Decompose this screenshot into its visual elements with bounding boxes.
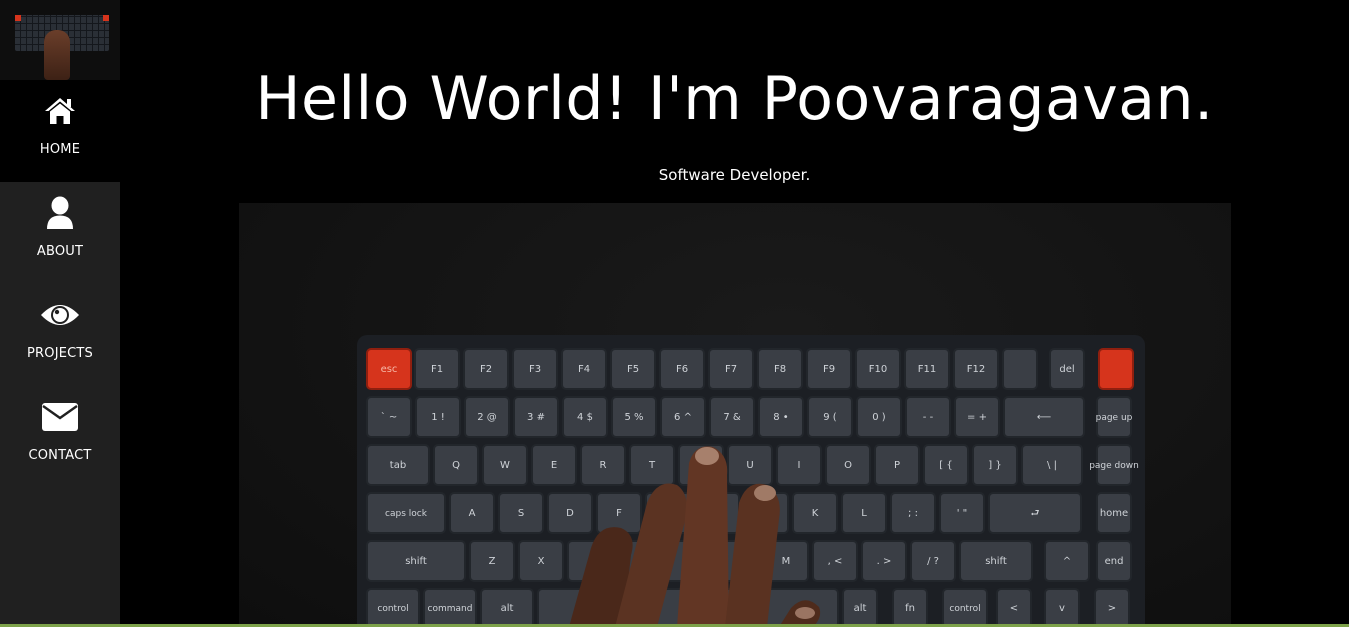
key-label: X xyxy=(538,556,545,567)
logo-power-key xyxy=(103,15,109,21)
key-label: = + xyxy=(967,412,987,423)
key-label: 4 $ xyxy=(577,412,593,423)
home-icon xyxy=(43,94,77,128)
key-label: alt xyxy=(854,603,867,614)
key-label: U xyxy=(746,460,753,471)
key-label: 1 ! xyxy=(431,412,445,423)
key-label: 7 & xyxy=(723,412,741,423)
key-label: shift xyxy=(985,556,1007,567)
key-label: F7 xyxy=(725,364,737,375)
key-15 xyxy=(1098,348,1134,390)
key-label: esc xyxy=(381,364,398,375)
key-label: O xyxy=(844,460,852,471)
key-label: F12 xyxy=(967,364,985,375)
main-content: Hello World! I'm Poovaragavan. Software … xyxy=(120,0,1349,627)
nav-item-contact[interactable]: CONTACT xyxy=(0,386,120,488)
nav-label-projects: PROJECTS xyxy=(26,346,94,361)
key-label: control xyxy=(949,604,980,614)
nav-label-contact: CONTACT xyxy=(28,448,92,463)
key-label: 5 % xyxy=(624,412,643,423)
logo-image[interactable] xyxy=(0,0,120,80)
key-label: F10 xyxy=(869,364,887,375)
key-label: E xyxy=(551,460,557,471)
eye-icon xyxy=(40,298,80,332)
key-label: fn xyxy=(905,603,915,614)
key-label: 8 • xyxy=(773,412,788,423)
key-label: end xyxy=(1105,556,1124,567)
key-label: F4 xyxy=(578,364,590,375)
envelope-icon xyxy=(41,400,79,434)
key-label: del xyxy=(1059,364,1074,375)
key-label: alt xyxy=(501,603,514,614)
key-label: > xyxy=(1108,603,1116,614)
hero-title: Hello World! I'm Poovaragavan. xyxy=(255,64,1214,134)
key-label: / ? xyxy=(927,556,939,567)
key-label: S xyxy=(518,508,524,519)
key-13 xyxy=(1002,348,1038,390)
key-label: ⮐ xyxy=(1031,508,1040,519)
logo-esc-key xyxy=(15,15,21,21)
key-label: 6 ^ xyxy=(674,412,692,423)
key-label: T xyxy=(648,460,656,471)
key-label: - - xyxy=(923,412,934,423)
key-label: 3 # xyxy=(527,412,545,423)
key-label: ; : xyxy=(908,508,918,519)
key-label: page down xyxy=(1089,461,1139,471)
key-label: F11 xyxy=(918,364,936,375)
key-label: Q xyxy=(452,460,460,471)
key-label: . > xyxy=(877,556,892,567)
nav-label-about: ABOUT xyxy=(36,244,84,259)
key-label: 0 ) xyxy=(872,412,886,423)
key-label: v xyxy=(1059,603,1065,614)
nav-label-home: HOME xyxy=(39,142,81,157)
key-label: control xyxy=(377,604,408,614)
logo-hand xyxy=(44,30,70,80)
key-label: P xyxy=(894,460,900,471)
key-label: I xyxy=(798,460,801,471)
key-label: home xyxy=(1100,508,1128,519)
key-label: \ | xyxy=(1047,460,1057,471)
key-label: F5 xyxy=(627,364,639,375)
key-label: caps lock xyxy=(385,509,428,519)
key-label: F xyxy=(616,508,622,519)
key-label: ] } xyxy=(988,460,1001,471)
hero-subtitle: Software Developer. xyxy=(658,166,811,184)
key-label: F2 xyxy=(480,364,492,375)
key-label: F1 xyxy=(431,364,443,375)
hero-keyboard-photo: esc F1 F2 F3 F4 F5 F6 F7 F8 F9 F10 F11 F12 del ` ~ 1 ! 2… xyxy=(239,203,1231,627)
user-icon xyxy=(45,196,75,230)
key-label: ` ~ xyxy=(381,411,398,423)
key-label: F8 xyxy=(774,364,786,375)
keyboard-illustration: esc F1 F2 F3 F4 F5 F6 F7 F8 F9 F10 F11 F12 del ` ~ 1 ! 2… xyxy=(357,335,1145,627)
key-label: command xyxy=(428,604,473,614)
key-label: ^ xyxy=(1063,556,1071,567)
key-label: Z xyxy=(489,556,496,567)
key-label: D xyxy=(566,508,574,519)
key-label: R xyxy=(600,460,607,471)
key-label: F6 xyxy=(676,364,688,375)
key-label: 2 @ xyxy=(477,412,497,423)
key-label: shift xyxy=(405,556,427,567)
key-label: W xyxy=(500,460,510,471)
nav-item-home[interactable]: HOME xyxy=(0,80,120,182)
key-label: F9 xyxy=(823,364,835,375)
key-label: 9 ( xyxy=(823,412,837,423)
key-label: [ { xyxy=(939,460,952,471)
key-label: K xyxy=(812,508,819,519)
key-label: page up xyxy=(1096,413,1133,423)
key-label: M xyxy=(782,556,791,567)
key-label: < xyxy=(1010,603,1018,614)
key-label: ' " xyxy=(957,508,968,519)
sidebar: HOME ABOUT PROJECTS CONTACT xyxy=(0,0,120,627)
key-label: , < xyxy=(828,556,843,567)
key-label: F3 xyxy=(529,364,541,375)
nav-item-about[interactable]: ABOUT xyxy=(0,182,120,284)
key-label: A xyxy=(469,508,476,519)
nav-item-projects[interactable]: PROJECTS xyxy=(0,284,120,386)
key-label: ⟵ xyxy=(1037,412,1051,423)
key-label: L xyxy=(861,508,867,519)
key-label: tab xyxy=(390,460,406,471)
